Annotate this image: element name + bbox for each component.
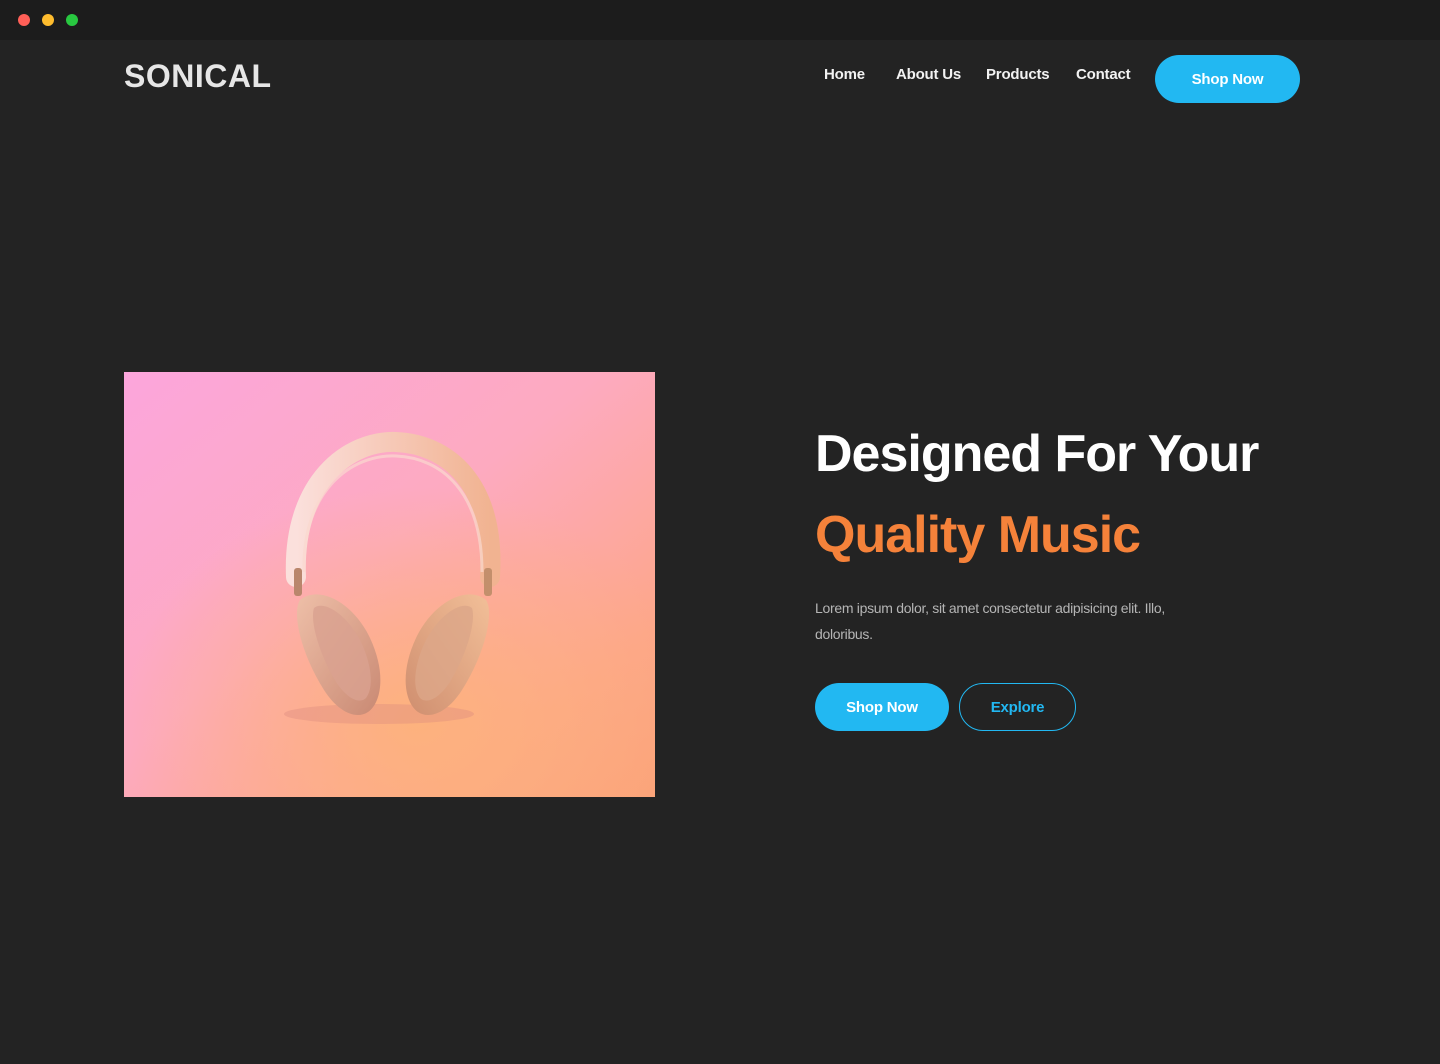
minimize-window-dot[interactable] <box>42 14 54 26</box>
hero-shop-now-button[interactable]: Shop Now <box>815 683 949 731</box>
nav-contact-link[interactable]: Contact <box>1076 66 1131 83</box>
nav-about-link[interactable]: About Us <box>896 66 961 83</box>
window-titlebar <box>0 0 1440 40</box>
headphones-illustration <box>124 372 655 797</box>
nav-products-link[interactable]: Products <box>986 66 1050 83</box>
hero-headline-line1: Designed For Your <box>815 425 1259 483</box>
header-shop-now-button[interactable]: Shop Now <box>1155 55 1300 103</box>
hero-headline-line2: Quality Music <box>815 506 1141 564</box>
hero-explore-button[interactable]: Explore <box>959 683 1076 731</box>
nav-home-link[interactable]: Home <box>824 66 865 83</box>
hero-description: Lorem ipsum dolor, sit amet consectetur … <box>815 600 1165 642</box>
headphones-image <box>124 372 655 797</box>
maximize-window-dot[interactable] <box>66 14 78 26</box>
close-window-dot[interactable] <box>18 14 30 26</box>
